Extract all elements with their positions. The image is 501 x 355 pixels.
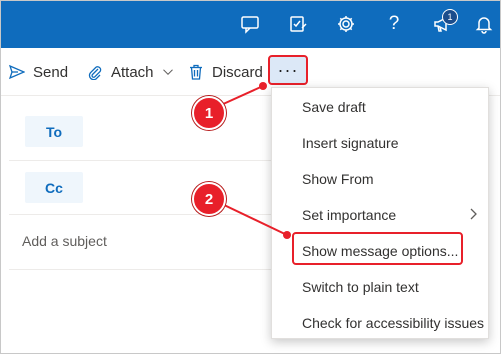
paperclip-icon [88, 66, 102, 80]
help-glyph: ? [388, 13, 400, 34]
attach-button[interactable]: Attach [87, 61, 174, 83]
gear-icon[interactable] [335, 13, 357, 35]
subject-input[interactable]: Add a subject [22, 233, 107, 249]
menu-item-insert-signature[interactable]: Insert signature [272, 126, 488, 160]
menu-item-set-importance[interactable]: Set importance [272, 198, 488, 232]
trash-icon [190, 64, 202, 80]
to-button[interactable]: To [25, 116, 83, 147]
step-2-number: 2 [204, 190, 214, 208]
menu-item-check-accessibility[interactable]: Check for accessibility issues [272, 306, 488, 340]
cc-label: Cc [45, 179, 63, 196]
send-button[interactable]: Send [9, 61, 68, 83]
chevron-down-icon[interactable] [162, 66, 174, 78]
send-icon [9, 64, 25, 80]
menu-item-save-draft[interactable]: Save draft [272, 90, 488, 124]
menu-item-show-from[interactable]: Show From [272, 162, 488, 196]
step-2-callout: 2 [192, 182, 226, 216]
cc-button[interactable]: Cc [25, 172, 83, 203]
discard-label: Discard [212, 63, 263, 81]
chat-icon[interactable] [239, 13, 261, 35]
menu-item-label: Set importance [302, 207, 397, 223]
highlight-show-message-options [292, 232, 463, 265]
menu-item-label: Show From [302, 171, 374, 187]
menu-item-label: Switch to plain text [302, 279, 419, 295]
more-options-icon: ··· [277, 59, 299, 80]
step-1-callout: 1 [192, 96, 226, 130]
to-label: To [45, 123, 63, 140]
chevron-right-icon [470, 208, 477, 220]
megaphone-icon[interactable]: 1 [431, 9, 458, 35]
more-options-button[interactable]: ··· [268, 55, 308, 85]
menu-item-label: Insert signature [302, 135, 399, 151]
attach-label: Attach [111, 63, 154, 81]
notification-badge: 1 [442, 9, 458, 25]
more-options-menu: Save draft Insert signature Show From Se… [271, 87, 489, 339]
edit-check-icon[interactable] [287, 13, 309, 35]
bell-icon[interactable] [473, 13, 495, 35]
send-label: Send [33, 63, 69, 81]
discard-button[interactable]: Discard [188, 61, 263, 83]
menu-item-label: Check for accessibility issues [302, 315, 485, 331]
menu-item-switch-to-plain-text[interactable]: Switch to plain text [272, 270, 488, 304]
help-icon[interactable]: ? [383, 13, 405, 35]
menu-item-label: Save draft [302, 99, 366, 115]
step-1-number: 1 [204, 104, 214, 122]
top-header-bar: ? 1 [1, 1, 500, 48]
